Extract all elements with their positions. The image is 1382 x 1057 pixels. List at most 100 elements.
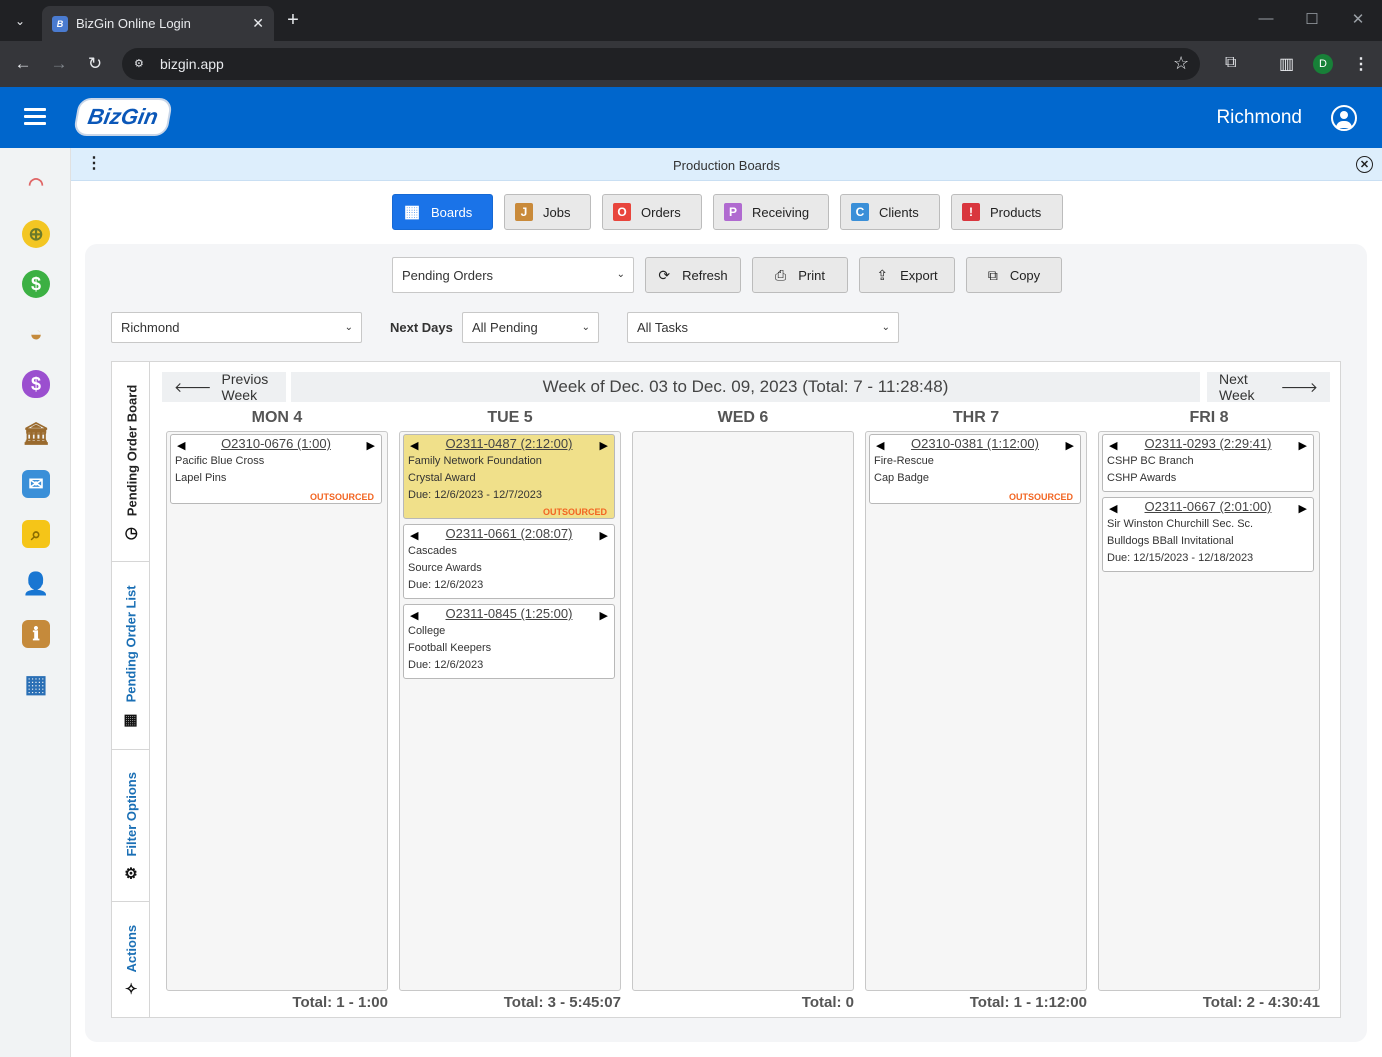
- reload-button[interactable]: ↻: [85, 54, 105, 74]
- hardhat-icon[interactable]: ◒: [22, 320, 50, 348]
- mail-icon[interactable]: ✉: [22, 470, 50, 498]
- folder-icon[interactable]: ⌕: [22, 520, 50, 548]
- refresh-button[interactable]: ⟳ Refresh: [645, 257, 741, 293]
- receiving-icon: P: [724, 203, 742, 221]
- print-label: Print: [798, 267, 825, 283]
- view-select[interactable]: Pending Orders ⌄: [392, 257, 634, 293]
- order-title-link[interactable]: O2310-0381 (1:12:00): [911, 436, 1039, 451]
- order-title-link[interactable]: O2311-0845 (1:25:00): [446, 606, 573, 621]
- arrow-left-icon[interactable]: ◀: [1109, 437, 1117, 455]
- hamburger-menu-icon[interactable]: [24, 108, 46, 126]
- next-days-value: All Pending: [472, 320, 538, 335]
- chevron-down-icon: ⌄: [881, 322, 890, 333]
- bank-icon[interactable]: 🏛: [22, 420, 50, 448]
- day-total: Total: 3 - 5:45:07: [503, 994, 621, 1011]
- arrow-right-icon[interactable]: ▶: [600, 527, 608, 545]
- site-info-icon[interactable]: ⚙: [134, 57, 148, 71]
- day-header: TUE 5: [487, 409, 533, 426]
- order-card[interactable]: ◀ O2311-0661 (2:08:07) ▶ Cascades Source Awa…: [403, 524, 615, 599]
- tab-filter-label: Filter Options: [123, 771, 139, 857]
- side-panel-icon[interactable]: ▥: [1279, 54, 1294, 74]
- order-card[interactable]: ◀ O2310-0676 (1:00) ▶ Pacific Blue Cross Lap…: [170, 434, 382, 504]
- nav-orders-button[interactable]: O Orders: [602, 194, 702, 230]
- order-detail: Lapel Pins: [175, 472, 227, 484]
- table-icon[interactable]: ▦: [22, 670, 50, 698]
- back-button[interactable]: ←: [13, 54, 33, 74]
- chevron-down-icon: ⌄: [581, 322, 590, 333]
- arrow-left-icon[interactable]: ◀: [876, 437, 884, 455]
- nav-receiving-button[interactable]: P Receiving: [713, 194, 829, 230]
- profile-avatar[interactable]: D: [1313, 54, 1333, 74]
- url-field[interactable]: bizgin.app: [122, 48, 1200, 80]
- tab-actions[interactable]: ✧ Actions: [112, 902, 150, 1017]
- bookmark-star-icon[interactable]: ☆: [1173, 53, 1189, 74]
- user-account-icon[interactable]: [1331, 105, 1357, 131]
- arrow-left-icon[interactable]: ◀: [410, 437, 418, 455]
- arrow-right-icon[interactable]: ▶: [600, 607, 608, 625]
- arrow-right-icon[interactable]: ▶: [1299, 500, 1307, 518]
- arrow-right-icon[interactable]: ▶: [1299, 437, 1307, 455]
- tab-filter-options[interactable]: ⚙ Filter Options: [112, 750, 150, 902]
- order-title-link[interactable]: O2311-0293 (2:29:41): [1145, 436, 1272, 451]
- banner-close-icon[interactable]: ✕: [1356, 156, 1373, 173]
- previous-week-button[interactable]: 🡐 Previos Week: [162, 371, 286, 403]
- order-card[interactable]: ◀ O2311-0487 (2:12:00) ▶ Family Network Fou…: [403, 434, 615, 519]
- bizgin-logo[interactable]: BizGin: [72, 98, 174, 136]
- next-days-select[interactable]: All Pending ⌄: [462, 312, 599, 343]
- new-tab-button[interactable]: +: [284, 9, 302, 32]
- speedometer-icon[interactable]: ◠: [22, 170, 50, 198]
- arrow-left-icon[interactable]: ◀: [177, 437, 185, 455]
- magic-wand-icon: ✧: [124, 980, 138, 998]
- day-header: THR 7: [952, 409, 1000, 426]
- nav-jobs-button[interactable]: J Jobs: [504, 194, 591, 230]
- order-title-link[interactable]: O2311-0487 (2:12:00): [446, 436, 573, 451]
- nav-clients-button[interactable]: C Clients: [840, 194, 940, 230]
- tasks-select[interactable]: All Tasks ⌄: [627, 312, 899, 343]
- nav-boards-button[interactable]: ▦ Boards: [392, 194, 493, 230]
- next-days-label: Next Days: [390, 320, 453, 335]
- tab-search-button[interactable]: ⌄: [8, 9, 32, 33]
- order-card[interactable]: ◀ O2311-0667 (2:01:00) ▶ Sir Winston Church…: [1102, 497, 1314, 572]
- tab-pending-order-board[interactable]: ◷ Pending Order Board: [112, 362, 150, 562]
- arrow-right-icon[interactable]: ▶: [1066, 437, 1074, 455]
- minimize-button[interactable]: —: [1256, 10, 1276, 27]
- browser-menu-icon[interactable]: ⋮: [1353, 54, 1369, 74]
- order-card[interactable]: ◀ O2311-0293 (2:29:41) ▶ CSHP BC Branch CSHP…: [1102, 434, 1314, 492]
- order-title-link[interactable]: O2310-0676 (1:00): [221, 436, 331, 451]
- order-detail: Football Keepers: [408, 642, 492, 654]
- arrow-right-icon[interactable]: ▶: [600, 437, 608, 455]
- money-bag-icon[interactable]: $: [22, 370, 50, 398]
- extensions-icon[interactable]: ⧉: [1225, 54, 1236, 72]
- box-icon[interactable]: ℹ: [22, 620, 50, 648]
- order-title-link[interactable]: O2311-0667 (2:01:00): [1145, 499, 1272, 514]
- arrow-left-icon[interactable]: ◀: [1109, 500, 1117, 518]
- copy-button[interactable]: ⧉ Copy: [966, 257, 1062, 293]
- forward-button[interactable]: →: [49, 54, 69, 74]
- tab-actions-label: Actions: [123, 924, 139, 973]
- export-button[interactable]: ⇪ Export: [859, 257, 955, 293]
- order-card[interactable]: ◀ O2310-0381 (1:12:00) ▶ Fire-Rescue Cap Bad…: [869, 434, 1081, 504]
- arrow-left-icon: 🡐: [174, 378, 212, 395]
- order-detail: Pacific Blue Cross: [175, 455, 265, 467]
- tab-pending-order-list[interactable]: ▦ Pending Order List: [112, 562, 150, 750]
- user-name[interactable]: Richmond: [1216, 107, 1302, 129]
- nav-products-button[interactable]: ! Products: [951, 194, 1063, 230]
- chevron-down-icon: ⌄: [344, 322, 353, 333]
- close-window-button[interactable]: ✕: [1348, 10, 1368, 28]
- arrow-right-icon[interactable]: ▶: [367, 437, 375, 455]
- arrow-left-icon[interactable]: ◀: [410, 527, 418, 545]
- print-button[interactable]: ⎙ Print: [752, 257, 848, 293]
- nav-products-label: Products: [990, 204, 1042, 220]
- next-week-button[interactable]: Next Week 🡒: [1207, 371, 1330, 403]
- browser-tab[interactable]: B BizGin Online Login ✕: [42, 6, 274, 41]
- globe-icon[interactable]: ⊕: [22, 220, 50, 248]
- dollar-icon[interactable]: $: [22, 270, 50, 298]
- order-title-link[interactable]: O2311-0661 (2:08:07): [446, 526, 573, 541]
- arrow-left-icon[interactable]: ◀: [410, 607, 418, 625]
- location-select[interactable]: Richmond ⌄: [111, 312, 362, 343]
- person-icon[interactable]: 👤: [22, 570, 50, 598]
- tab-close-icon[interactable]: ✕: [252, 15, 264, 32]
- maximize-button[interactable]: ☐: [1302, 10, 1322, 28]
- order-card[interactable]: ◀ O2311-0845 (1:25:00) ▶ College Football Ke…: [403, 604, 615, 679]
- print-icon: ⎙: [775, 266, 787, 283]
